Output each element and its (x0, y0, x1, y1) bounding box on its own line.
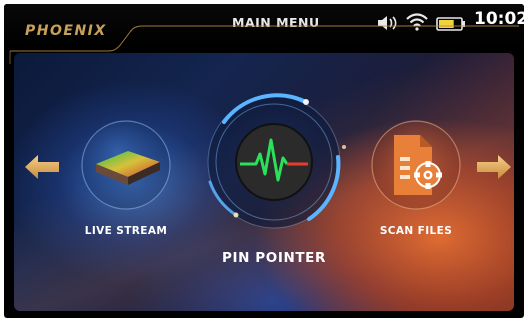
menu-item-scan-files[interactable] (368, 117, 464, 213)
document-gear-icon (371, 120, 461, 210)
scan-files-label: SCAN FILES (379, 225, 453, 237)
stream-plate-icon (81, 120, 171, 210)
pin-pointer-label: PIN POINTER (221, 250, 327, 266)
arrow-right-icon[interactable] (476, 154, 512, 184)
live-stream-label: LIVE STREAM (84, 225, 168, 237)
menu-carousel: LIVE STREAM PIN POINTER SCAN FILES (14, 53, 514, 311)
arrow-left-icon[interactable] (24, 154, 60, 184)
heartbeat-signal-icon (235, 123, 313, 201)
device-screen: PHOENIX MAIN MENU 10:02 LIVE STREAM PIN … (4, 4, 524, 318)
menu-item-live-stream[interactable] (78, 117, 174, 213)
menu-item-pin-pointer[interactable] (194, 87, 354, 237)
